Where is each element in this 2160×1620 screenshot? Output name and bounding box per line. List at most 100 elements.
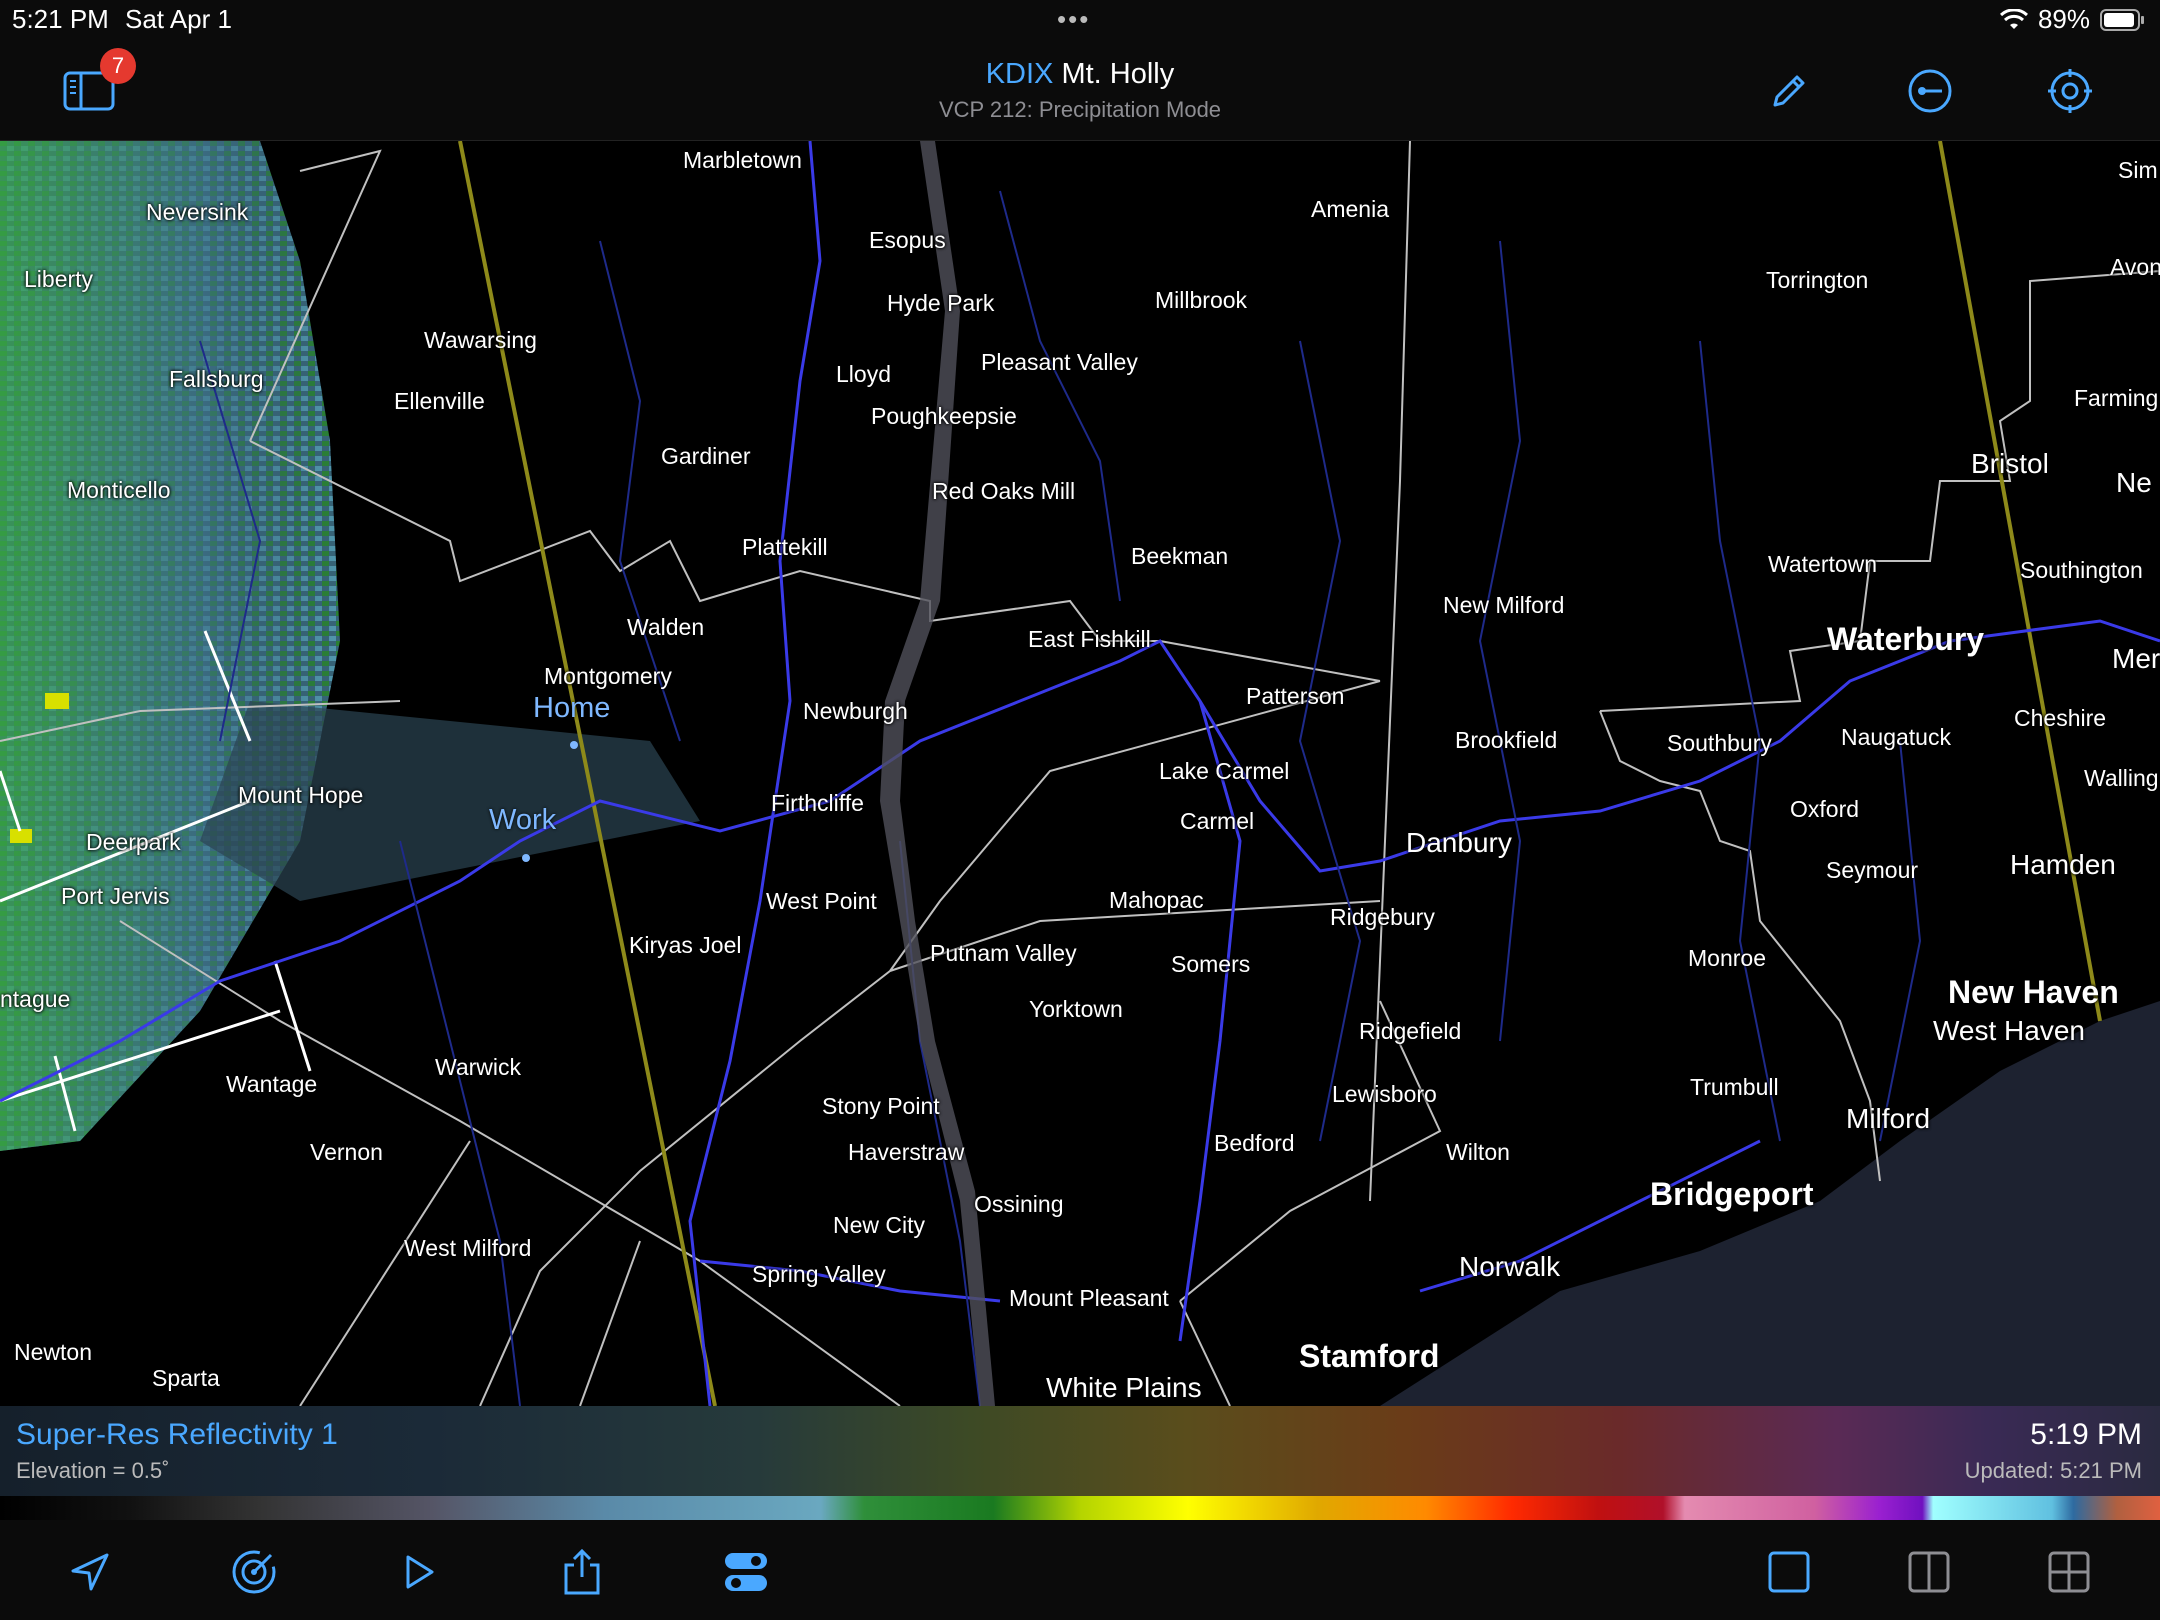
- city-label: Amenia: [1311, 196, 1389, 222]
- city-label: Hyde Park: [887, 290, 995, 316]
- layers-toggle-icon: [725, 1553, 767, 1591]
- city-label: Neversink: [146, 199, 249, 225]
- city-label: Ridgebury: [1330, 904, 1435, 930]
- multitask-dots[interactable]: •••: [1057, 4, 1090, 35]
- notification-badge: 7: [100, 48, 136, 84]
- city-label: Hamden: [2010, 849, 2116, 880]
- draw-button[interactable]: [1754, 56, 1824, 126]
- product-info-bar[interactable]: Super-Res Reflectivity 1 Elevation = 0.5…: [0, 1406, 2160, 1496]
- radar-cell-yellow: [45, 693, 69, 709]
- measure-icon: [1908, 69, 1952, 113]
- city-label: Newton: [14, 1339, 92, 1365]
- favorite-work-label[interactable]: Work: [489, 804, 556, 837]
- city-label: Stony Point: [822, 1093, 940, 1119]
- city-label: West Milford: [404, 1235, 532, 1261]
- city-label: Stamford: [1299, 1338, 1440, 1374]
- city-label: Mer: [2112, 643, 2160, 674]
- single-pane-icon: [1768, 1551, 1810, 1593]
- two-pane-icon: [1908, 1551, 1950, 1593]
- city-label: Warwick: [435, 1054, 522, 1080]
- city-label: Pleasant Valley: [981, 349, 1138, 375]
- city-label: West Point: [766, 888, 877, 914]
- location-button[interactable]: [58, 1540, 122, 1604]
- radar-map[interactable]: Home Work Marbletown Esopus Amenia Sim N…: [0, 141, 2160, 1406]
- city-label: Lake Carmel: [1159, 758, 1290, 784]
- four-pane-icon: [2048, 1551, 2090, 1593]
- city-label: Sparta: [152, 1365, 220, 1391]
- elevation-label: Elevation = 0.5˚: [16, 1458, 170, 1483]
- four-pane-button[interactable]: [2037, 1540, 2101, 1604]
- city-label: Patterson: [1246, 683, 1345, 709]
- city-label: Avon: [2110, 254, 2160, 280]
- city-label: Southbury: [1667, 730, 1772, 756]
- city-label: Liberty: [24, 266, 94, 292]
- city-label: Waterbury: [1827, 621, 1985, 657]
- scan-mode: VCP 212: Precipitation Mode: [938, 97, 1222, 122]
- city-label: Deerpark: [86, 829, 181, 855]
- status-time: 5:21 PM: [12, 4, 109, 34]
- updated-time: Updated: 5:21 PM: [1964, 1458, 2142, 1483]
- city-label: Wilton: [1446, 1139, 1510, 1165]
- city-label: Marbletown: [683, 147, 802, 173]
- play-button[interactable]: [386, 1540, 450, 1604]
- station-id: KDIX: [985, 58, 1054, 90]
- status-right: 89%: [1999, 4, 2146, 35]
- wifi-icon: [1999, 8, 2028, 29]
- reflectivity-color-scale: [0, 1496, 2160, 1520]
- city-label: Southington: [2020, 557, 2143, 583]
- city-label: Ridgefield: [1359, 1018, 1462, 1044]
- layers-toggle-button[interactable]: [714, 1540, 778, 1604]
- city-label: Ossining: [974, 1191, 1064, 1217]
- battery-icon: [2100, 8, 2144, 31]
- city-label: Firthcliffe: [771, 790, 864, 816]
- city-label: East Fishkill: [1028, 626, 1151, 652]
- city-label: ntague: [0, 986, 71, 1012]
- city-label: Walden: [627, 614, 705, 640]
- city-label: Kiryas Joel: [629, 932, 742, 958]
- city-label: Port Jervis: [61, 883, 170, 909]
- status-bar: 5:21 PM Sat Apr 1 ••• 89%: [0, 0, 2160, 40]
- city-label: Mount Pleasant: [1009, 1285, 1169, 1311]
- city-label: New Milford: [1443, 592, 1565, 618]
- measure-button[interactable]: [1895, 56, 1965, 126]
- radar-sites-button[interactable]: [222, 1540, 286, 1604]
- city-label: Walling: [2084, 765, 2159, 791]
- city-label: Norwalk: [1459, 1251, 1561, 1282]
- city-label: Gardiner: [661, 443, 751, 469]
- favorite-home-marker[interactable]: [570, 741, 578, 749]
- city-label: Milford: [1846, 1103, 1931, 1134]
- product-name[interactable]: Super-Res Reflectivity 1: [16, 1418, 338, 1452]
- city-label: Newburgh: [803, 698, 908, 724]
- city-label: Carmel: [1180, 808, 1255, 834]
- city-label: Wawarsing: [424, 327, 537, 353]
- city-label: Wantage: [226, 1071, 318, 1097]
- city-label: Vernon: [310, 1139, 383, 1165]
- two-pane-button[interactable]: [1897, 1540, 1961, 1604]
- city-label: Oxford: [1790, 796, 1860, 822]
- locate-button[interactable]: [2035, 56, 2105, 126]
- play-icon: [406, 1555, 434, 1589]
- station-title[interactable]: KDIX Mt. Holly VCP 212: Precipitation Mo…: [780, 58, 1380, 123]
- city-label: Haverstraw: [848, 1139, 965, 1165]
- share-button[interactable]: [550, 1540, 614, 1604]
- city-label: Ellenville: [394, 388, 485, 414]
- share-icon: [564, 1548, 600, 1595]
- city-label: Plattekill: [742, 534, 828, 560]
- top-toolbar: 7 KDIX Mt. Holly VCP 212: Precipitation …: [0, 40, 2160, 141]
- radar-cell-yellow: [10, 829, 32, 843]
- city-label: Yorktown: [1029, 996, 1123, 1022]
- scan-time: 5:19 PM: [2030, 1418, 2142, 1451]
- city-label: Poughkeepsie: [871, 403, 1017, 429]
- single-pane-button[interactable]: [1757, 1540, 1821, 1604]
- city-label: Bedford: [1214, 1130, 1295, 1156]
- city-label: Watertown: [1768, 551, 1878, 577]
- city-label: Ne: [2116, 467, 2152, 498]
- city-label: Monroe: [1688, 945, 1766, 971]
- city-label: Putnam Valley: [930, 940, 1077, 966]
- city-label: Mount Hope: [238, 782, 364, 808]
- city-label: Montgomery: [544, 663, 672, 689]
- favorite-home-label[interactable]: Home: [533, 692, 610, 725]
- city-label: Bridgeport: [1650, 1176, 1814, 1212]
- city-label: Seymour: [1826, 857, 1919, 883]
- favorite-work-marker[interactable]: [522, 854, 530, 862]
